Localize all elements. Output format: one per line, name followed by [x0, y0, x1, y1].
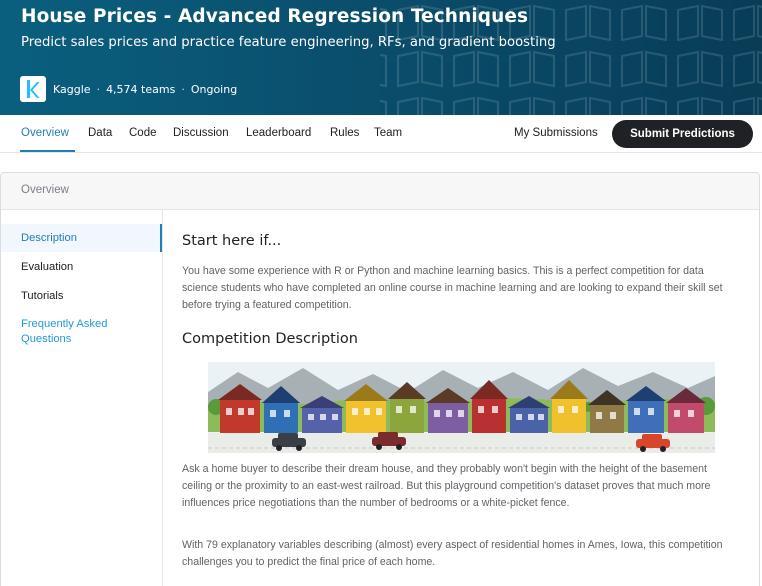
tab-team[interactable]: Team — [374, 115, 402, 153]
start-here-text: You have some experience with R or Pytho… — [182, 265, 723, 311]
host-name[interactable]: Kaggle — [53, 83, 91, 96]
tab-discussion[interactable]: Discussion — [173, 115, 229, 153]
description-paragraph-1: Ask a home buyer to describe their dream… — [182, 463, 711, 509]
team-count: 4,574 teams — [106, 82, 176, 96]
competition-status: Ongoing — [190, 82, 238, 96]
tab-overview[interactable]: Overview — [21, 115, 69, 153]
overview-sidenav: Description Evaluation Tutorials Frequen… — [1, 210, 163, 586]
tab-rules[interactable]: Rules — [330, 115, 359, 153]
section-header: Overview — [1, 173, 759, 210]
sidenav-item-description[interactable]: Description — [1, 224, 162, 252]
sidenav-item-faq[interactable]: Frequently Asked Questions — [1, 317, 121, 347]
sidenav-item-tutorials[interactable]: Tutorials — [1, 289, 162, 304]
sidenav-item-evaluation[interactable]: Evaluation — [1, 260, 162, 275]
tab-leaderboard[interactable]: Leaderboard — [246, 115, 311, 153]
my-submissions-link[interactable]: My Submissions — [514, 115, 598, 153]
start-here-heading: Start here if... — [182, 233, 282, 249]
houses-illustration — [208, 362, 715, 453]
submit-predictions-button[interactable]: Submit Predictions — [612, 120, 753, 148]
active-tab-indicator — [20, 150, 75, 152]
competition-title: House Prices - Advanced Regression Techn… — [21, 6, 529, 27]
description-paragraph-2: With 79 explanatory variables describing… — [182, 539, 723, 568]
competition-subtitle: Predict sales prices and practice featur… — [21, 35, 556, 50]
kaggle-logo-icon[interactable] — [20, 76, 46, 102]
overview-card: Overview Description Evaluation Tutorial… — [0, 172, 760, 586]
competition-banner: House Prices - Advanced Regression Techn… — [0, 0, 762, 115]
separator-dot: · — [96, 82, 101, 96]
competition-description-heading: Competition Description — [182, 331, 358, 347]
host-info: Kaggle · 4,574 teams · Ongoing — [20, 76, 237, 102]
competition-tabs: Overview Data Code Discussion Leaderboar… — [0, 115, 762, 153]
host-meta: Kaggle · 4,574 teams · Ongoing — [53, 83, 237, 96]
section-header-title: Overview — [21, 184, 69, 196]
tab-data[interactable]: Data — [88, 115, 112, 153]
tab-code[interactable]: Code — [129, 115, 157, 153]
separator-dot: · — [181, 82, 185, 96]
